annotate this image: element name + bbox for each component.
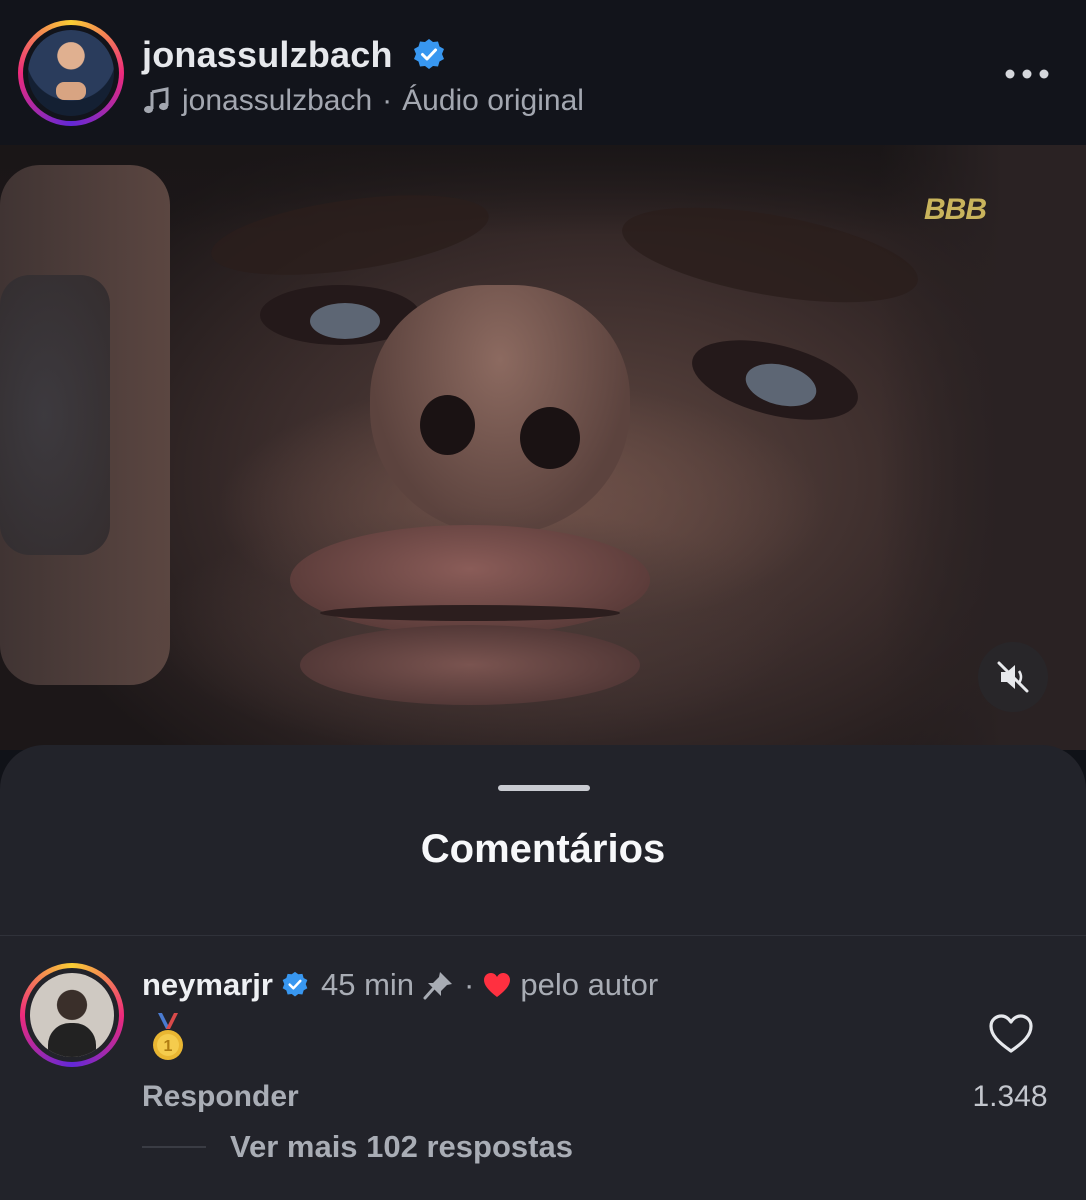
audio-label: Áudio original — [402, 84, 584, 117]
author-avatar[interactable] — [18, 20, 124, 126]
view-more-replies[interactable]: Ver mais 102 respostas — [142, 1129, 573, 1165]
comments-title: Comentários — [420, 827, 666, 871]
comment-time: 45 min — [320, 967, 415, 1002]
sheet-drag-handle[interactable] — [498, 785, 590, 791]
verified-badge-icon — [414, 39, 444, 69]
author-username[interactable]: jonassulzbach — [142, 34, 393, 76]
like-count: 1.348 — [972, 1080, 1048, 1113]
audio-separator: · — [382, 84, 393, 117]
view-more-replies-label: Ver mais 102 respostas — [230, 1129, 573, 1164]
liked-by-author: pelo autor — [520, 967, 659, 1002]
music-note-icon — [144, 87, 169, 114]
mute-icon — [997, 661, 1029, 693]
like-heart-icon[interactable] — [988, 1013, 1034, 1055]
mute-toggle-button[interactable] — [978, 642, 1048, 712]
bbb-watermark: BBB — [924, 193, 987, 226]
reel-video[interactable]: BBB — [0, 145, 1086, 750]
medal-icon: 1 — [153, 1013, 183, 1060]
svg-text:1: 1 — [164, 1038, 173, 1055]
comment-meta: neymarjr 45 min · pelo autor — [142, 967, 658, 1003]
divider — [0, 935, 1086, 936]
meta-separator: · — [464, 967, 475, 1002]
commenter-avatar[interactable] — [20, 963, 124, 1067]
red-heart-icon — [484, 973, 511, 997]
post-header: jonassulzbach jonassulzbach · Áudio orig… — [0, 0, 1086, 145]
audio-username: jonassulzbach — [182, 84, 373, 117]
more-options-icon[interactable] — [1004, 68, 1050, 80]
verified-badge-icon — [282, 971, 308, 997]
commenter-username[interactable]: neymarjr — [142, 967, 273, 1003]
reply-button[interactable]: Responder — [142, 1080, 299, 1114]
comments-sheet: Comentários neymarjr 45 min · pelo autor… — [0, 745, 1086, 1200]
replies-line — [142, 1146, 206, 1148]
pin-icon — [423, 972, 453, 1000]
audio-info[interactable]: jonassulzbach · Áudio original — [142, 84, 584, 118]
